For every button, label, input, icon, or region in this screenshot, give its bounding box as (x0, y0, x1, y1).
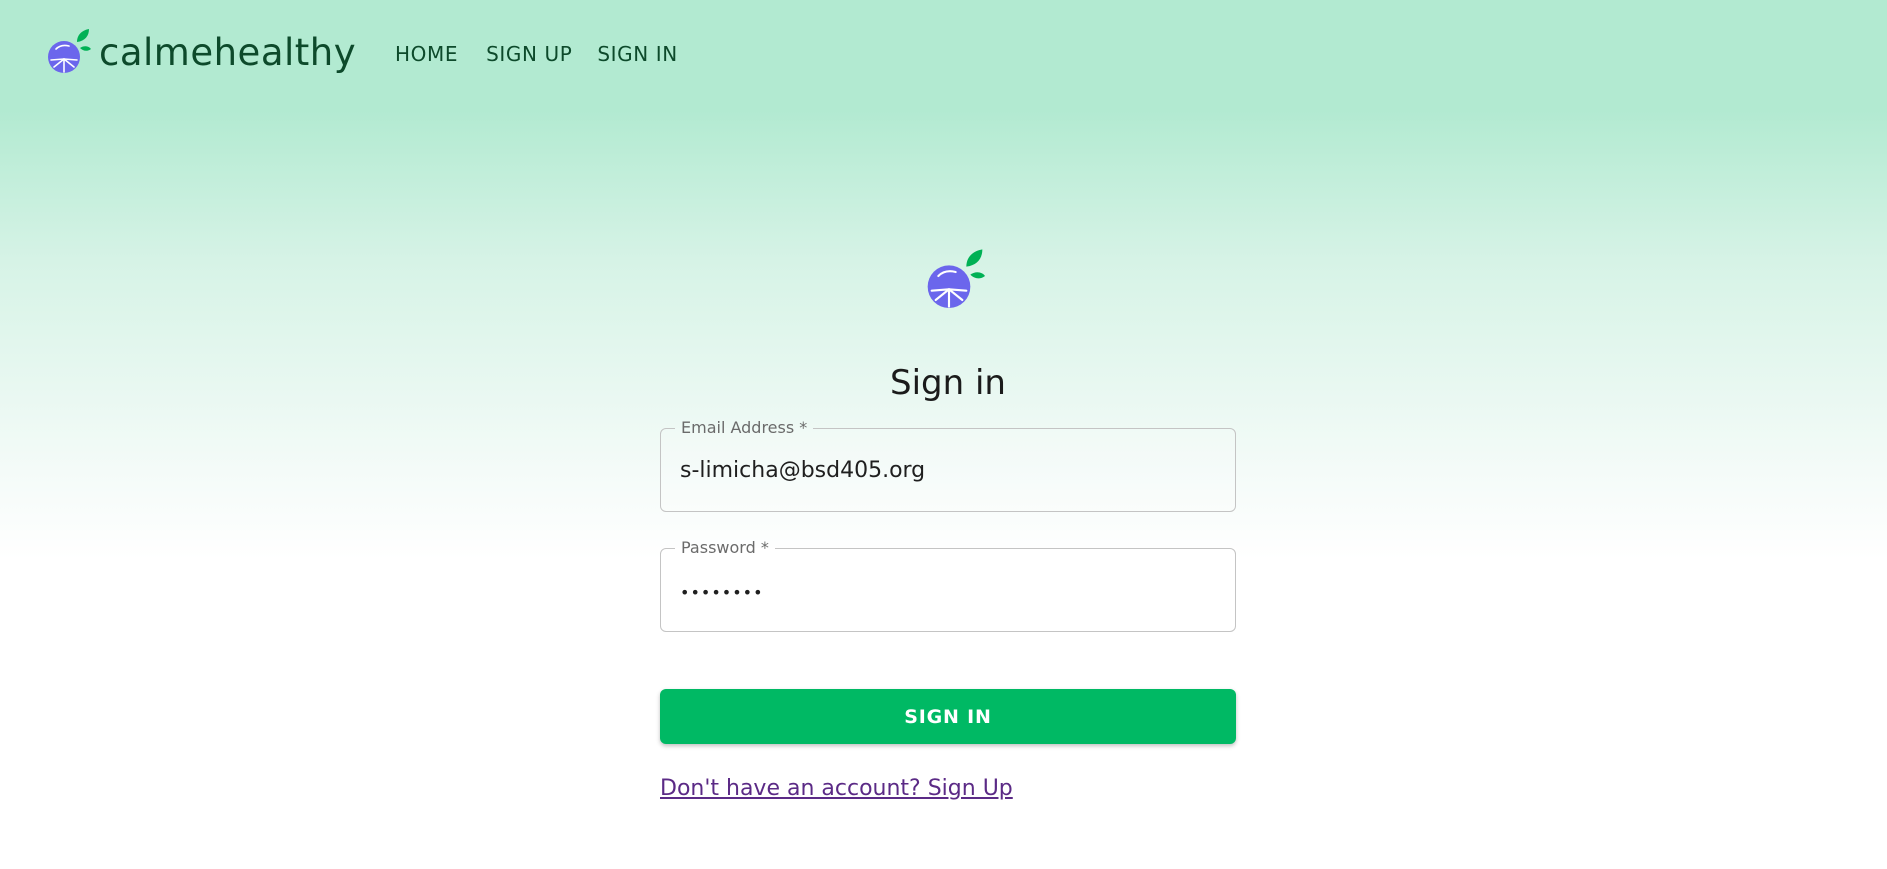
page-title: Sign in (890, 362, 1006, 403)
email-field: Email Address * (660, 420, 1236, 512)
sign-up-link[interactable]: Don't have an account? Sign Up (660, 776, 1013, 801)
blueberry-logo-icon (927, 249, 985, 308)
password-field-label: Password * (681, 538, 769, 557)
password-input[interactable] (680, 572, 1210, 612)
top-navbar: calmehealthy HOME SIGN UP SIGN IN (0, 0, 1887, 110)
email-input[interactable] (680, 450, 1210, 490)
nav-home-link[interactable]: HOME (395, 38, 458, 70)
nav-sign-up-link[interactable]: SIGN UP (486, 38, 572, 70)
email-field-label: Email Address * (681, 418, 808, 437)
nav-sign-in-link[interactable]: SIGN IN (597, 38, 677, 70)
sign-in-button[interactable]: SIGN IN (660, 689, 1236, 744)
main-nav: HOME SIGN UP SIGN IN (395, 38, 678, 70)
brand-name: calmehealthy (99, 30, 357, 74)
blueberry-logo-icon (48, 29, 91, 73)
password-field: Password * (660, 540, 1236, 632)
brand-home-link[interactable]: calmehealthy (47, 24, 356, 80)
